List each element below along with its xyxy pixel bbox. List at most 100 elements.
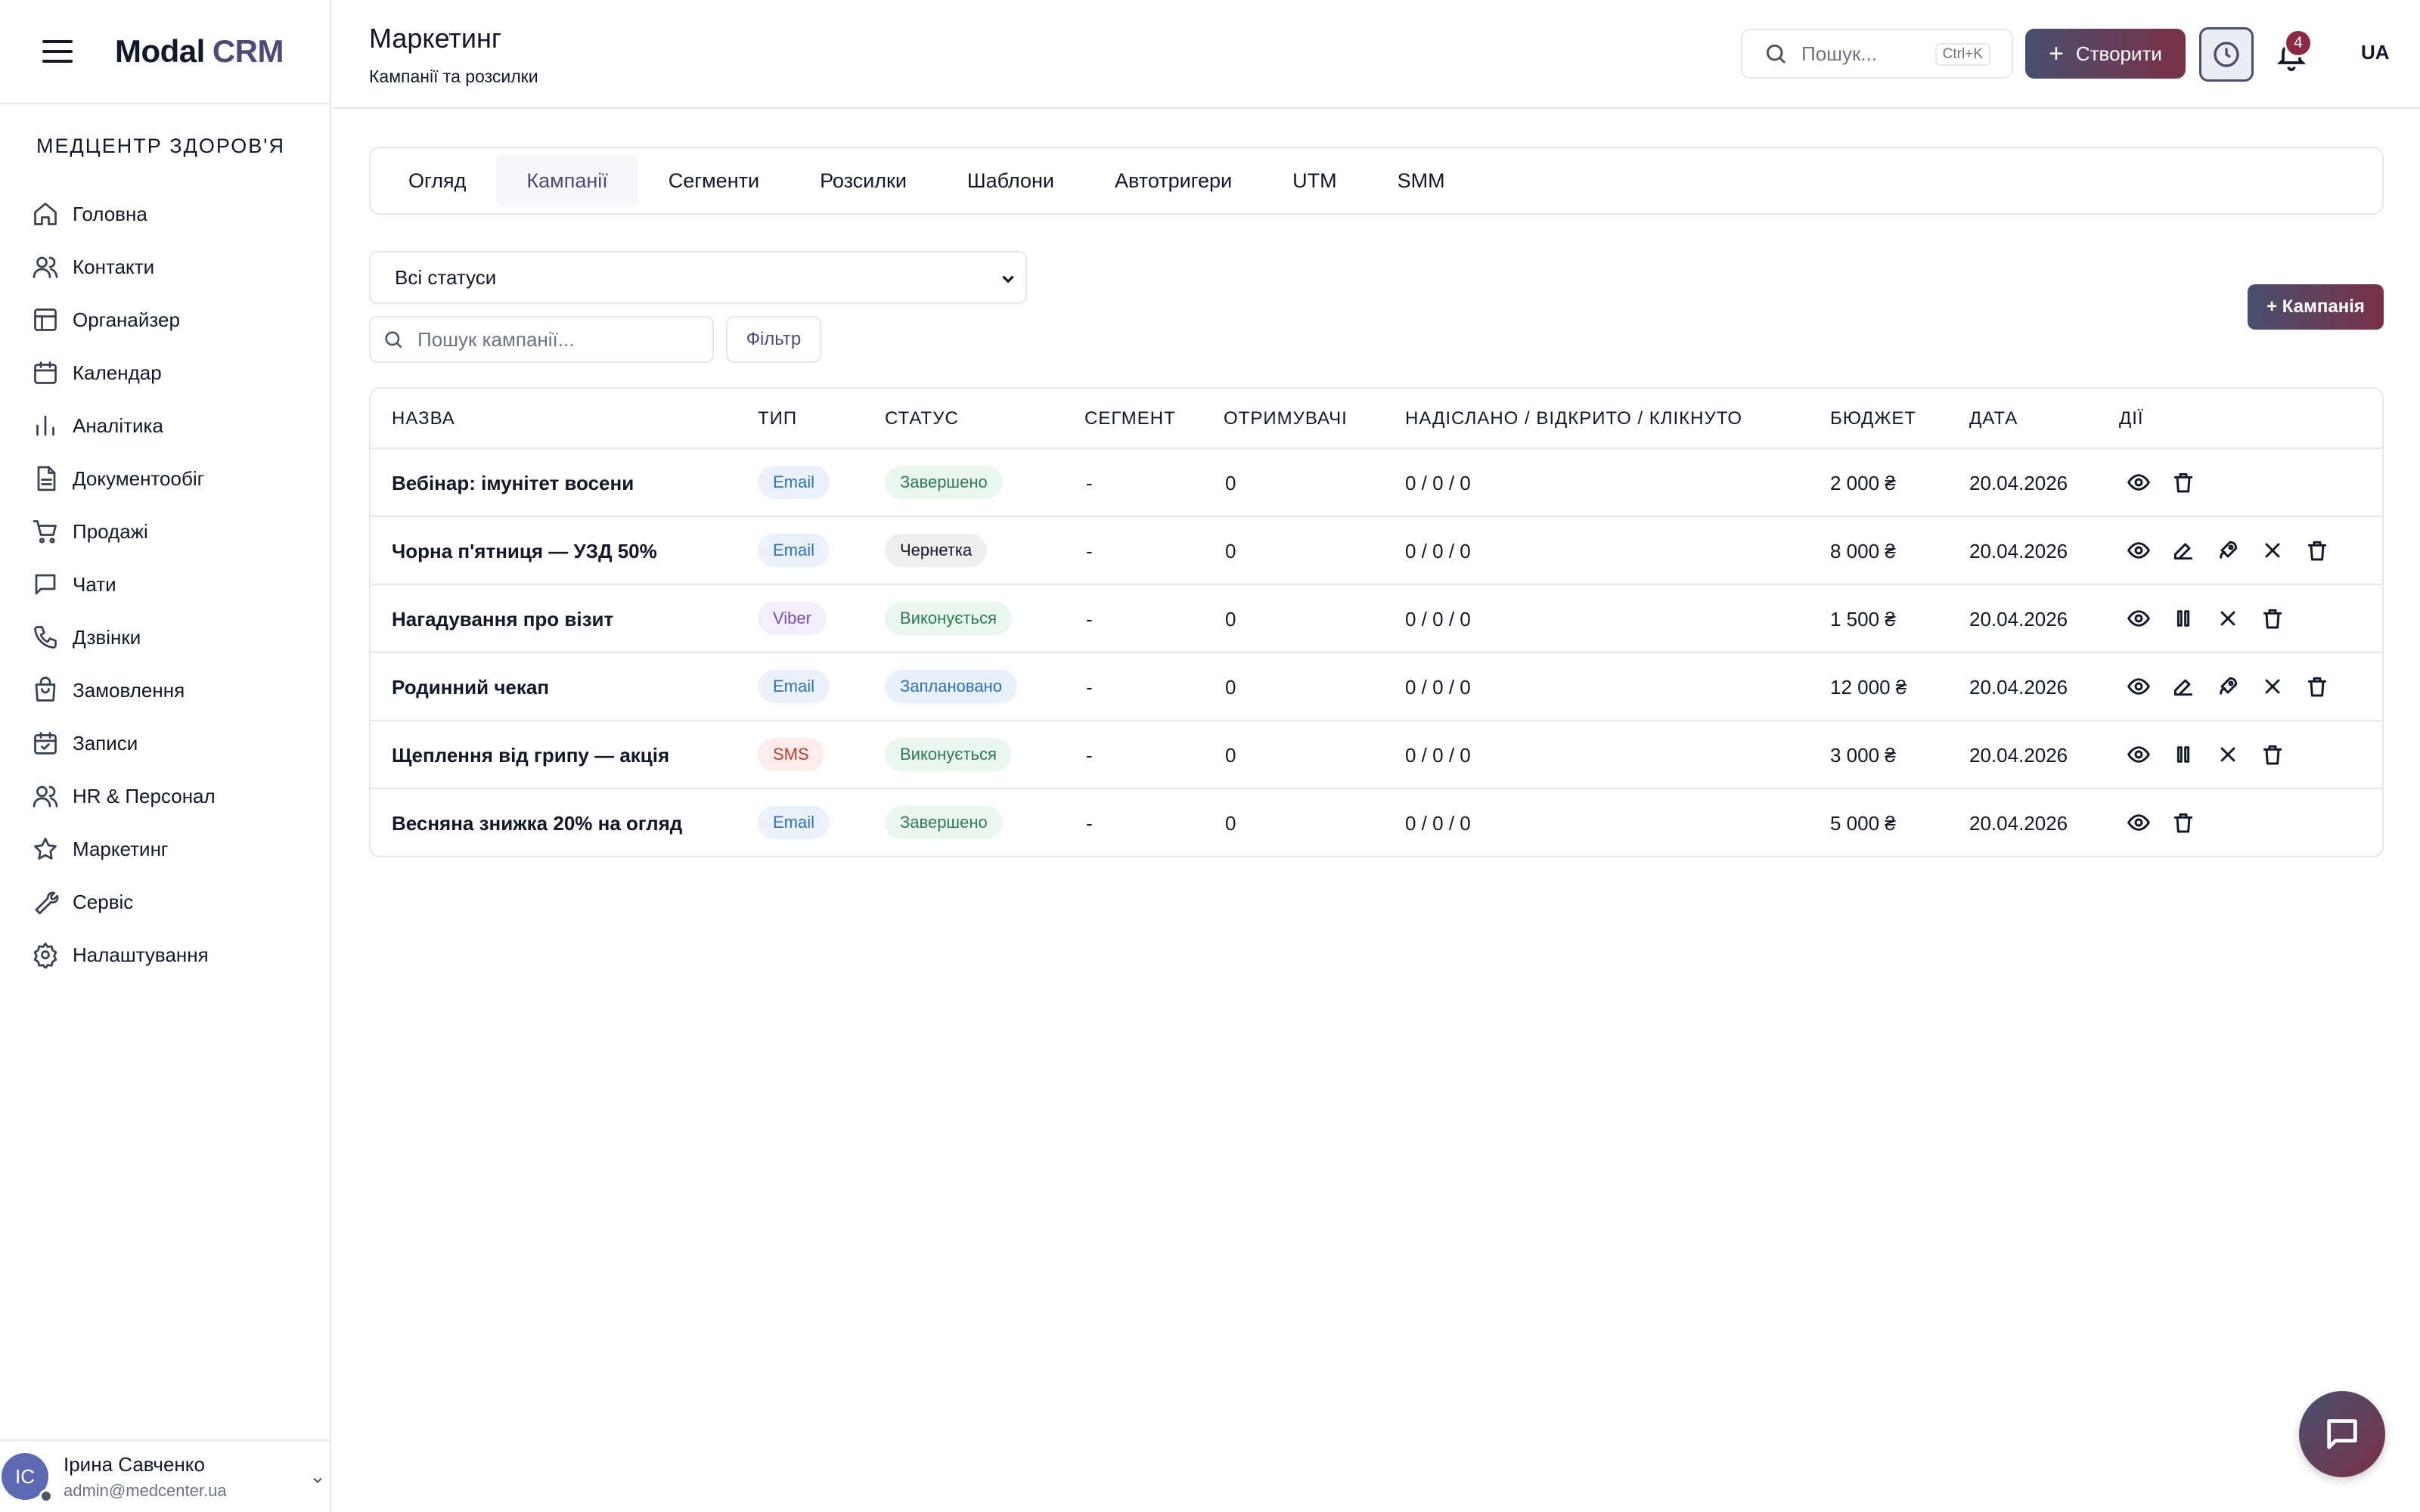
sidebar-item-label: Аналітика xyxy=(73,414,163,437)
column-header-status[interactable]: СТАТУС xyxy=(885,408,959,429)
table-row[interactable]: Щеплення від грипу — акція SMS Виконуєть… xyxy=(371,721,2382,789)
campaign-name[interactable]: Вебінар: імунітет восени xyxy=(392,472,634,495)
menu-icon[interactable] xyxy=(42,40,73,63)
language-switcher[interactable]: UA xyxy=(2361,41,2390,64)
pause-button[interactable] xyxy=(2170,741,2197,768)
sidebar-item-marketing[interactable]: Маркетинг xyxy=(32,823,330,875)
view-button[interactable] xyxy=(2125,469,2152,496)
sidebar-item-service[interactable]: Сервіс xyxy=(32,875,330,928)
sidebar-item-settings[interactable]: Налаштування xyxy=(32,928,330,981)
edit-button[interactable] xyxy=(2170,673,2197,700)
sidebar-item-label: Записи xyxy=(73,731,138,754)
view-button[interactable] xyxy=(2125,673,2152,700)
tab-smm[interactable]: SMM xyxy=(1367,154,1475,207)
sidebar-item-analytics[interactable]: Аналітика xyxy=(32,399,330,452)
cancel-button[interactable] xyxy=(2259,537,2286,564)
chevron-down-icon[interactable] xyxy=(310,1473,325,1488)
app-logo[interactable]: Modal CRM xyxy=(115,33,284,70)
cancel-button[interactable] xyxy=(2214,605,2242,632)
layout-icon xyxy=(34,308,57,331)
sidebar-item-orders[interactable]: Замовлення xyxy=(32,664,330,717)
view-button[interactable] xyxy=(2125,741,2152,768)
table-row[interactable]: Нагадування про візит Viber Виконується … xyxy=(371,585,2382,653)
view-button[interactable] xyxy=(2125,537,2152,564)
table-row[interactable]: Родинний чекап Email Заплановано - 0 0 /… xyxy=(371,653,2382,721)
tab-utm[interactable]: UTM xyxy=(1262,154,1367,207)
status-badge: Заплановано xyxy=(885,670,1017,703)
sidebar-item-appointments[interactable]: Записи xyxy=(32,717,330,770)
view-button[interactable] xyxy=(2125,605,2152,632)
delete-button[interactable] xyxy=(2304,673,2331,700)
sidebar-item-calendar[interactable]: Календар xyxy=(32,346,330,399)
column-header-date[interactable]: ДАТА xyxy=(1969,408,2018,429)
sidebar-item-home[interactable]: Головна xyxy=(32,187,330,240)
rocket-icon xyxy=(2220,541,2238,559)
delete-button[interactable] xyxy=(2259,741,2286,768)
tab-overview[interactable]: Огляд xyxy=(378,154,496,207)
campaign-search-input[interactable]: Пошук кампанії... xyxy=(369,316,714,363)
budget-value: 12 000 ₴ xyxy=(1830,676,1907,699)
chat-fab-button[interactable] xyxy=(2299,1391,2385,1477)
tab-templates[interactable]: Шаблони xyxy=(937,154,1084,207)
tab-campaigns[interactable]: Кампанії xyxy=(496,154,638,207)
table-row[interactable]: Чорна п'ятниця — УЗД 50% Email Чернетка … xyxy=(371,517,2382,585)
launch-button[interactable] xyxy=(2214,673,2242,700)
table-row[interactable]: Весняна знижка 20% на огляд Email Заверш… xyxy=(371,789,2382,856)
sidebar-item-label: Продажі xyxy=(73,519,148,543)
star-icon xyxy=(34,838,57,860)
stats-value: 0 / 0 / 0 xyxy=(1405,744,1471,767)
cancel-button[interactable] xyxy=(2259,673,2286,700)
notifications-badge: 4 xyxy=(2284,29,2313,57)
status-badge: Виконується xyxy=(885,602,1012,635)
campaign-name[interactable]: Щеплення від грипу — акція xyxy=(392,744,669,767)
add-campaign-button[interactable]: + Кампанія xyxy=(2248,284,2384,330)
sidebar-item-chats[interactable]: Чати xyxy=(32,558,330,611)
delete-button[interactable] xyxy=(2170,809,2197,836)
pause-icon xyxy=(2176,746,2190,763)
tab-segments[interactable]: Сегменти xyxy=(638,154,790,207)
sidebar-item-calls[interactable]: Дзвінки xyxy=(32,611,330,664)
sidebar-item-organizer[interactable]: Органайзер xyxy=(32,293,330,346)
table-header: НАЗВА ТИП СТАТУС СЕГМЕНТ ОТРИМУВАЧІ НАДІ… xyxy=(371,389,2382,449)
cancel-button[interactable] xyxy=(2214,741,2242,768)
stats-value: 0 / 0 / 0 xyxy=(1405,608,1471,631)
view-button[interactable] xyxy=(2125,809,2152,836)
history-button[interactable] xyxy=(2199,27,2254,82)
column-header-segment[interactable]: СЕГМЕНТ xyxy=(1084,408,1176,429)
user-menu[interactable]: ІС Ірина Савченко admin@medcenter.ua xyxy=(0,1439,331,1512)
column-header-name[interactable]: НАЗВА xyxy=(392,408,455,429)
launch-button[interactable] xyxy=(2214,537,2242,564)
table-row[interactable]: Вебінар: імунітет восени Email Завершено… xyxy=(371,449,2382,517)
recipients-value: 0 xyxy=(1225,812,1236,835)
tab-mailings[interactable]: Розсилки xyxy=(790,154,937,207)
filter-button[interactable]: Фільтр xyxy=(726,316,821,363)
pause-button[interactable] xyxy=(2170,605,2197,632)
logo-text: Modal xyxy=(115,33,205,69)
segment-value: - xyxy=(1086,540,1093,562)
column-header-actions: ДІЇ xyxy=(2119,408,2144,429)
delete-button[interactable] xyxy=(2170,469,2197,496)
delete-button[interactable] xyxy=(2304,537,2331,564)
campaign-name[interactable]: Нагадування про візит xyxy=(392,608,613,631)
column-header-recipients[interactable]: ОТРИМУВАЧІ xyxy=(1224,408,1348,429)
row-actions xyxy=(2125,673,2348,700)
eye-icon xyxy=(2127,610,2150,627)
sidebar-item-contacts[interactable]: Контакти xyxy=(32,240,330,293)
sidebar-item-hr[interactable]: HR & Персонал xyxy=(32,770,330,823)
delete-button[interactable] xyxy=(2259,605,2286,632)
tab-autotriggers[interactable]: Автотригери xyxy=(1084,154,1262,207)
create-button[interactable]: + Створити xyxy=(2025,29,2186,79)
global-search-input[interactable]: Пошук... Ctrl+K xyxy=(1741,29,2013,79)
column-header-budget[interactable]: БЮДЖЕТ xyxy=(1830,408,1916,429)
search-shortcut: Ctrl+K xyxy=(1934,43,1990,66)
sidebar-item-documents[interactable]: Документообіг xyxy=(32,452,330,505)
campaign-name[interactable]: Родинний чекап xyxy=(392,676,549,699)
campaign-name[interactable]: Весняна знижка 20% на огляд xyxy=(392,812,682,835)
campaign-name[interactable]: Чорна п'ятниця — УЗД 50% xyxy=(392,540,657,563)
column-header-stats[interactable]: НАДІСЛАНО / ВІДКРИТО / КЛІКНУТО xyxy=(1405,408,1742,429)
column-header-type[interactable]: ТИП xyxy=(758,408,797,429)
sidebar-item-label: Чати xyxy=(73,572,116,596)
status-select[interactable]: Всі статуси xyxy=(369,251,1027,304)
sidebar-item-sales[interactable]: Продажі xyxy=(32,505,330,558)
edit-button[interactable] xyxy=(2170,537,2197,564)
